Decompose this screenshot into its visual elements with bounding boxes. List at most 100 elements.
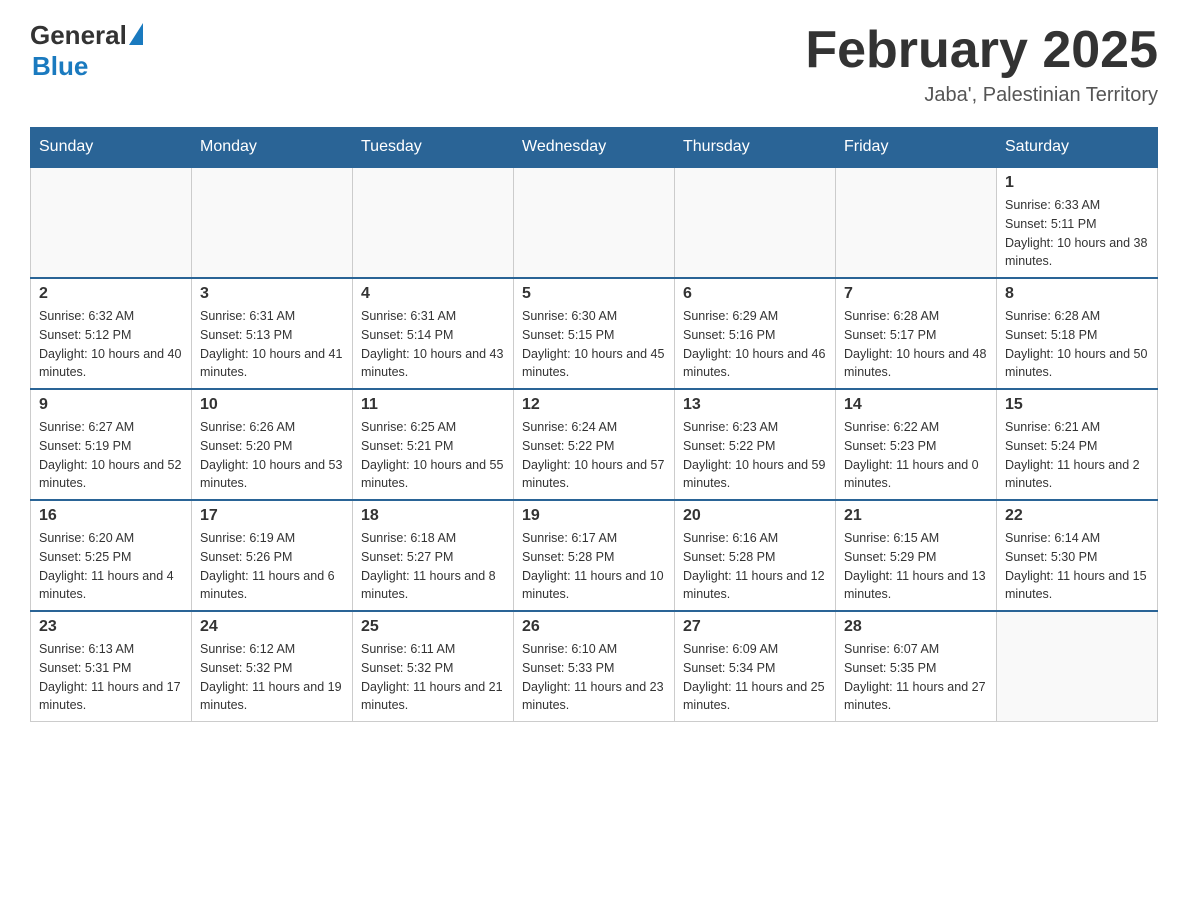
day-number: 6 [683, 285, 827, 303]
col-header-thursday: Thursday [675, 128, 836, 168]
calendar-cell: 4 Sunrise: 6:31 AMSunset: 5:14 PMDaylight… [353, 278, 514, 389]
day-number: 20 [683, 507, 827, 525]
day-info: Sunrise: 6:21 AMSunset: 5:24 PMDaylight:… [1005, 418, 1149, 493]
calendar-cell: 26 Sunrise: 6:10 AMSunset: 5:33 PMDayligh… [514, 611, 675, 722]
calendar-cell: 10 Sunrise: 6:26 AMSunset: 5:20 PMDayligh… [192, 389, 353, 500]
calendar-table: SundayMondayTuesdayWednesdayThursdayFrid… [30, 127, 1158, 722]
day-info: Sunrise: 6:22 AMSunset: 5:23 PMDaylight:… [844, 418, 988, 493]
col-header-wednesday: Wednesday [514, 128, 675, 168]
logo-triangle-icon [129, 23, 143, 45]
calendar-cell [997, 611, 1158, 722]
day-info: Sunrise: 6:19 AMSunset: 5:26 PMDaylight:… [200, 529, 344, 604]
calendar-cell: 9 Sunrise: 6:27 AMSunset: 5:19 PMDaylight… [31, 389, 192, 500]
calendar-week-row: 2 Sunrise: 6:32 AMSunset: 5:12 PMDaylight… [31, 278, 1158, 389]
day-info: Sunrise: 6:32 AMSunset: 5:12 PMDaylight:… [39, 307, 183, 382]
day-info: Sunrise: 6:28 AMSunset: 5:17 PMDaylight:… [844, 307, 988, 382]
calendar-week-row: 1Sunrise: 6:33 AMSunset: 5:11 PMDaylight… [31, 167, 1158, 278]
logo-general-text: General [30, 20, 127, 51]
calendar-week-row: 23 Sunrise: 6:13 AMSunset: 5:31 PMDayligh… [31, 611, 1158, 722]
logo-blue-text: Blue [32, 51, 88, 82]
day-info: Sunrise: 6:30 AMSunset: 5:15 PMDaylight:… [522, 307, 666, 382]
day-number: 7 [844, 285, 988, 303]
day-info: Sunrise: 6:27 AMSunset: 5:19 PMDaylight:… [39, 418, 183, 493]
calendar-cell: 17 Sunrise: 6:19 AMSunset: 5:26 PMDayligh… [192, 500, 353, 611]
calendar-cell: 21Sunrise: 6:15 AMSunset: 5:29 PMDayligh… [836, 500, 997, 611]
calendar-cell [192, 167, 353, 278]
calendar-cell: 16 Sunrise: 6:20 AMSunset: 5:25 PMDayligh… [31, 500, 192, 611]
calendar-cell [353, 167, 514, 278]
col-header-saturday: Saturday [997, 128, 1158, 168]
calendar-cell: 8 Sunrise: 6:28 AMSunset: 5:18 PMDaylight… [997, 278, 1158, 389]
calendar-cell: 19Sunrise: 6:17 AMSunset: 5:28 PMDayligh… [514, 500, 675, 611]
day-info: Sunrise: 6:33 AMSunset: 5:11 PMDaylight:… [1005, 196, 1149, 271]
day-number: 23 [39, 618, 183, 636]
day-info: Sunrise: 6:11 AMSunset: 5:32 PMDaylight:… [361, 640, 505, 715]
page-header: General Blue February 2025 Jaba', Palest… [30, 20, 1158, 107]
day-number: 2 [39, 285, 183, 303]
day-info: Sunrise: 6:25 AMSunset: 5:21 PMDaylight:… [361, 418, 505, 493]
day-number: 4 [361, 285, 505, 303]
day-number: 28 [844, 618, 988, 636]
day-info: Sunrise: 6:13 AMSunset: 5:31 PMDaylight:… [39, 640, 183, 715]
day-info: Sunrise: 6:16 AMSunset: 5:28 PMDaylight:… [683, 529, 827, 604]
day-number: 9 [39, 396, 183, 414]
calendar-cell: 6 Sunrise: 6:29 AMSunset: 5:16 PMDaylight… [675, 278, 836, 389]
calendar-cell: 7 Sunrise: 6:28 AMSunset: 5:17 PMDaylight… [836, 278, 997, 389]
calendar-cell [514, 167, 675, 278]
day-number: 12 [522, 396, 666, 414]
calendar-cell: 3Sunrise: 6:31 AMSunset: 5:13 PMDaylight… [192, 278, 353, 389]
day-number: 13 [683, 396, 827, 414]
calendar-header-row: SundayMondayTuesdayWednesdayThursdayFrid… [31, 128, 1158, 168]
day-number: 24 [200, 618, 344, 636]
title-block: February 2025 Jaba', Palestinian Territo… [805, 20, 1158, 107]
logo: General Blue [30, 20, 143, 82]
day-info: Sunrise: 6:20 AMSunset: 5:25 PMDaylight:… [39, 529, 183, 604]
day-number: 10 [200, 396, 344, 414]
day-number: 17 [200, 507, 344, 525]
col-header-tuesday: Tuesday [353, 128, 514, 168]
day-number: 26 [522, 618, 666, 636]
day-info: Sunrise: 6:18 AMSunset: 5:27 PMDaylight:… [361, 529, 505, 604]
day-number: 19 [522, 507, 666, 525]
day-number: 25 [361, 618, 505, 636]
col-header-monday: Monday [192, 128, 353, 168]
day-info: Sunrise: 6:10 AMSunset: 5:33 PMDaylight:… [522, 640, 666, 715]
calendar-cell: 23 Sunrise: 6:13 AMSunset: 5:31 PMDayligh… [31, 611, 192, 722]
day-info: Sunrise: 6:12 AMSunset: 5:32 PMDaylight:… [200, 640, 344, 715]
calendar-cell [836, 167, 997, 278]
day-info: Sunrise: 6:29 AMSunset: 5:16 PMDaylight:… [683, 307, 827, 382]
calendar-cell: 11 Sunrise: 6:25 AMSunset: 5:21 PMDayligh… [353, 389, 514, 500]
day-number: 18 [361, 507, 505, 525]
day-info: Sunrise: 6:26 AMSunset: 5:20 PMDaylight:… [200, 418, 344, 493]
day-info: Sunrise: 6:14 AMSunset: 5:30 PMDaylight:… [1005, 529, 1149, 604]
calendar-cell: 15Sunrise: 6:21 AMSunset: 5:24 PMDayligh… [997, 389, 1158, 500]
day-info: Sunrise: 6:28 AMSunset: 5:18 PMDaylight:… [1005, 307, 1149, 382]
day-number: 14 [844, 396, 988, 414]
calendar-cell: 28 Sunrise: 6:07 AMSunset: 5:35 PMDayligh… [836, 611, 997, 722]
col-header-friday: Friday [836, 128, 997, 168]
day-info: Sunrise: 6:23 AMSunset: 5:22 PMDaylight:… [683, 418, 827, 493]
page-subtitle: Jaba', Palestinian Territory [805, 84, 1158, 107]
day-info: Sunrise: 6:24 AMSunset: 5:22 PMDaylight:… [522, 418, 666, 493]
calendar-cell: 13 Sunrise: 6:23 AMSunset: 5:22 PMDayligh… [675, 389, 836, 500]
day-number: 27 [683, 618, 827, 636]
calendar-cell [31, 167, 192, 278]
day-number: 11 [361, 396, 505, 414]
day-info: Sunrise: 6:31 AMSunset: 5:14 PMDaylight:… [361, 307, 505, 382]
day-info: Sunrise: 6:07 AMSunset: 5:35 PMDaylight:… [844, 640, 988, 715]
calendar-cell: 25 Sunrise: 6:11 AMSunset: 5:32 PMDayligh… [353, 611, 514, 722]
calendar-week-row: 9 Sunrise: 6:27 AMSunset: 5:19 PMDaylight… [31, 389, 1158, 500]
calendar-cell: 24 Sunrise: 6:12 AMSunset: 5:32 PMDayligh… [192, 611, 353, 722]
calendar-week-row: 16 Sunrise: 6:20 AMSunset: 5:25 PMDayligh… [31, 500, 1158, 611]
day-number: 5 [522, 285, 666, 303]
calendar-cell [675, 167, 836, 278]
day-number: 8 [1005, 285, 1149, 303]
calendar-cell: 14 Sunrise: 6:22 AMSunset: 5:23 PMDayligh… [836, 389, 997, 500]
day-number: 16 [39, 507, 183, 525]
calendar-cell: 2 Sunrise: 6:32 AMSunset: 5:12 PMDaylight… [31, 278, 192, 389]
day-info: Sunrise: 6:09 AMSunset: 5:34 PMDaylight:… [683, 640, 827, 715]
calendar-cell: 22Sunrise: 6:14 AMSunset: 5:30 PMDayligh… [997, 500, 1158, 611]
col-header-sunday: Sunday [31, 128, 192, 168]
calendar-cell: 20 Sunrise: 6:16 AMSunset: 5:28 PMDayligh… [675, 500, 836, 611]
calendar-cell: 1Sunrise: 6:33 AMSunset: 5:11 PMDaylight… [997, 167, 1158, 278]
